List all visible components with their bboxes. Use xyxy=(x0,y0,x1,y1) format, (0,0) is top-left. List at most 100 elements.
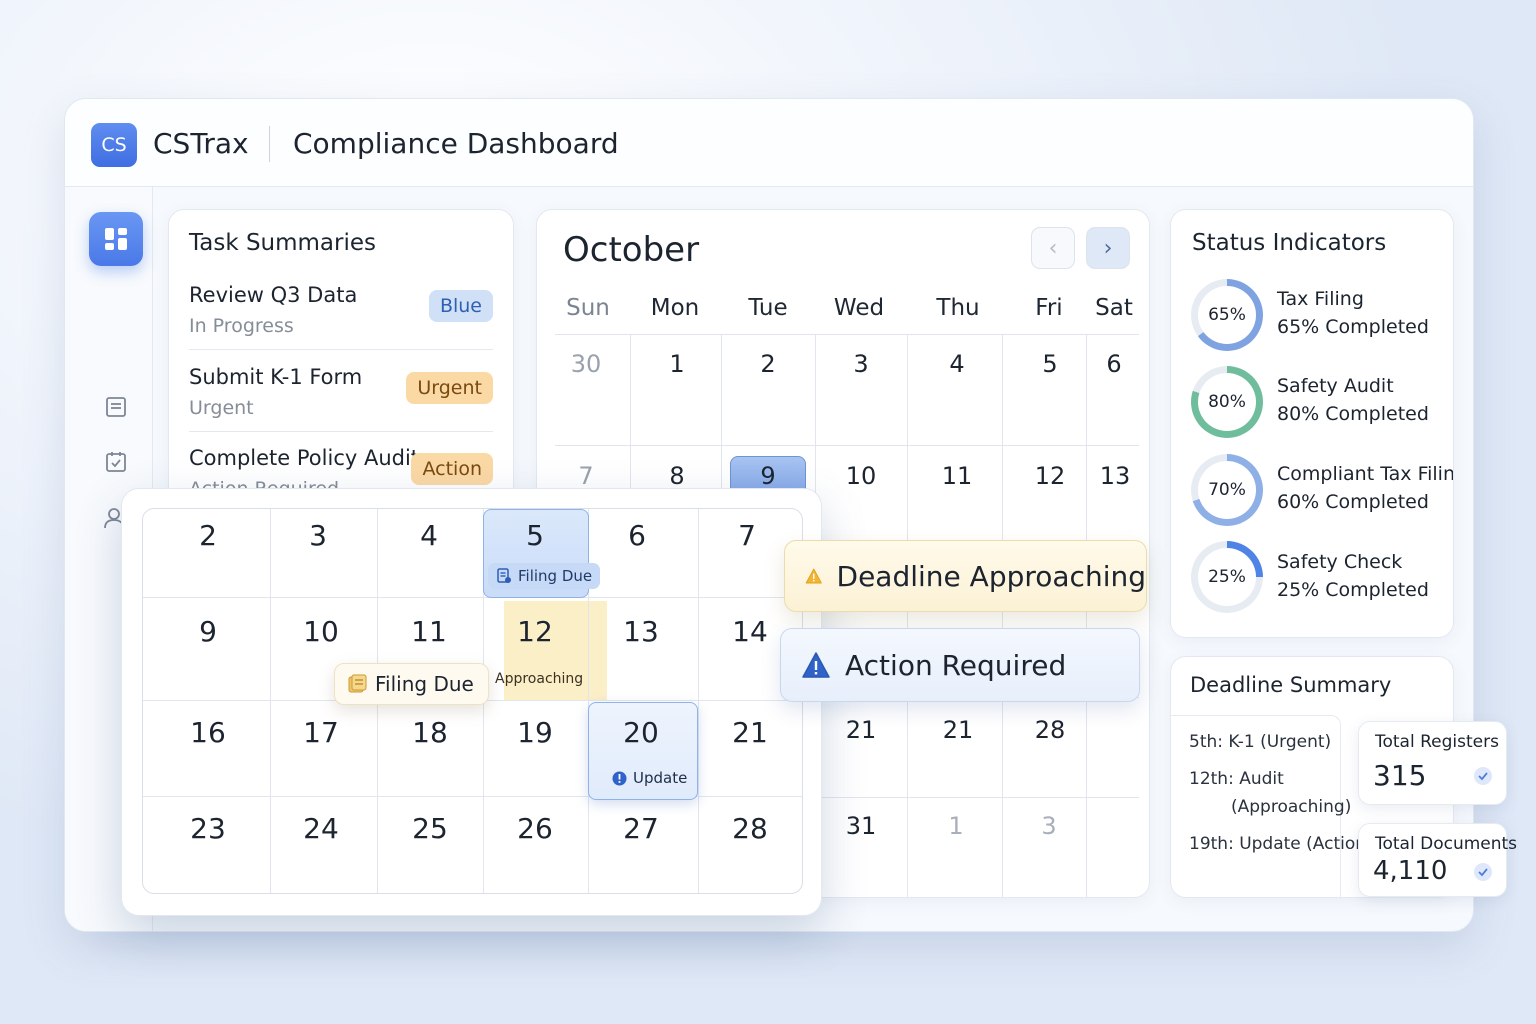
progress-ring-label: 80% xyxy=(1198,373,1256,431)
progress-ring: 25% xyxy=(1191,541,1263,613)
alert-text: Deadline Approaching xyxy=(836,559,1146,593)
document-icon xyxy=(497,568,511,583)
folder-stack-icon xyxy=(348,674,367,693)
weekday-label: Wed xyxy=(833,295,885,321)
calendar-day[interactable]: 14 xyxy=(732,615,768,648)
calendar-day[interactable]: 28 xyxy=(732,812,768,845)
calendar-day[interactable]: 7 xyxy=(578,462,593,490)
grid-line xyxy=(143,597,802,598)
calendar-day[interactable]: 11 xyxy=(411,615,447,648)
calendar-day[interactable]: 18 xyxy=(412,716,448,749)
weekday-label: Thu xyxy=(936,295,980,321)
task-badge: Action xyxy=(411,453,493,485)
sidebar-item-documents[interactable] xyxy=(89,380,143,434)
calendar-day[interactable]: 11 xyxy=(942,462,973,490)
chevron-right-icon: › xyxy=(1103,235,1113,261)
filing-due-chip[interactable]: Filing Due xyxy=(488,563,601,589)
calendar-day[interactable]: 16 xyxy=(190,716,226,749)
update-chip[interactable]: Update xyxy=(606,766,693,790)
sidebar-item-tasks[interactable] xyxy=(89,435,143,489)
deadline-approaching-alert[interactable]: Deadline Approaching xyxy=(784,540,1147,612)
chip-label: Approaching xyxy=(495,671,584,687)
calendar-day[interactable]: 27 xyxy=(623,812,659,845)
calendar-day[interactable]: 2 xyxy=(199,519,217,552)
grid-line xyxy=(143,796,802,797)
calendar-day[interactable]: 20 xyxy=(623,716,659,749)
calendar-day[interactable]: 30 xyxy=(571,350,602,378)
task-title: Complete Policy Audit xyxy=(189,446,420,470)
task-summaries-title: Task Summaries xyxy=(189,230,377,256)
task-item[interactable]: Review Q3 Data In Progress Blue xyxy=(169,283,513,343)
calendar-day[interactable]: 3 xyxy=(1041,812,1056,840)
total-label: Total Registers xyxy=(1375,732,1499,752)
calendar-day[interactable]: 28 xyxy=(1035,716,1066,744)
progress-ring: 80% xyxy=(1191,366,1263,438)
grid-line xyxy=(555,334,1139,335)
total-registers-card: Total Registers 315 xyxy=(1358,721,1507,805)
calendar-day[interactable]: 17 xyxy=(303,716,339,749)
calendar-day[interactable]: 8 xyxy=(669,462,684,490)
status-detail: 60% Completed xyxy=(1277,491,1429,513)
progress-ring-label: 25% xyxy=(1198,548,1256,606)
calendar-day[interactable]: 13 xyxy=(1100,462,1131,490)
calendar-day[interactable]: 6 xyxy=(1106,350,1121,378)
calendar-day[interactable]: 19 xyxy=(517,716,553,749)
calendar-day[interactable]: 1 xyxy=(669,350,684,378)
calendar-day[interactable]: 23 xyxy=(190,812,226,845)
calendar-day[interactable]: 3 xyxy=(309,519,327,552)
calendar-day[interactable]: 12 xyxy=(1035,462,1066,490)
calendar-day[interactable]: 13 xyxy=(623,615,659,648)
weekday-label: Mon xyxy=(650,295,700,321)
warning-icon xyxy=(802,652,830,678)
calendar-day-selected[interactable]: 9 xyxy=(760,462,775,490)
calendar-day[interactable]: 5 xyxy=(526,519,544,552)
deadline-item: (Approaching) xyxy=(1231,797,1352,817)
tooltip-label: Filing Due xyxy=(375,672,474,696)
progress-ring-label: 70% xyxy=(1198,461,1256,519)
grid-line xyxy=(907,334,908,897)
calendar-day[interactable]: 6 xyxy=(628,519,646,552)
calendar-day[interactable]: 10 xyxy=(846,462,877,490)
action-required-alert[interactable]: Action Required xyxy=(780,628,1140,702)
calendar-day[interactable]: 3 xyxy=(853,350,868,378)
deadline-item: 19th: Update (Action) xyxy=(1189,834,1373,854)
status-name: Safety Audit xyxy=(1277,375,1394,397)
next-month-button[interactable]: › xyxy=(1086,227,1130,269)
calendar-day[interactable]: 26 xyxy=(517,812,553,845)
task-title: Submit K-1 Form xyxy=(189,365,363,389)
calendar-day[interactable]: 10 xyxy=(303,615,339,648)
calendar-day[interactable]: 21 xyxy=(732,716,768,749)
page-title: Compliance Dashboard xyxy=(293,127,619,160)
total-documents-card: Total Documents 4,110 xyxy=(1358,823,1517,897)
info-icon xyxy=(612,771,627,785)
grid-line xyxy=(698,509,699,893)
header-divider xyxy=(269,126,270,162)
calendar-day[interactable]: 7 xyxy=(738,519,756,552)
calendar-day[interactable]: 4 xyxy=(949,350,964,378)
weekday-label: Sun xyxy=(566,295,610,321)
calendar-day[interactable]: 24 xyxy=(303,812,339,845)
calendar-month: October xyxy=(563,230,700,270)
calendar-day[interactable]: 2 xyxy=(760,350,775,378)
prev-month-button[interactable]: ‹ xyxy=(1031,227,1075,269)
deadline-list: 5th: K-1 (Urgent) 12th: Audit (Approachi… xyxy=(1171,715,1373,899)
task-item[interactable]: Submit K-1 Form Urgent Urgent xyxy=(169,365,513,425)
approaching-chip[interactable]: Approaching xyxy=(491,668,587,690)
grid-line xyxy=(1086,334,1087,897)
app-name: CSTrax xyxy=(153,127,249,160)
calendar-day[interactable]: 5 xyxy=(1042,350,1057,378)
calendar-day[interactable]: 31 xyxy=(846,812,877,840)
calendar-day[interactable]: 21 xyxy=(846,716,877,744)
sidebar-item-dashboard[interactable] xyxy=(89,212,143,266)
check-icon xyxy=(1474,767,1492,785)
deadline-summary-title: Deadline Summary xyxy=(1190,673,1392,697)
calendar-day[interactable]: 4 xyxy=(420,519,438,552)
calendar-day[interactable]: 9 xyxy=(199,615,217,648)
calendar-day[interactable]: 12 xyxy=(517,615,553,648)
grid-line xyxy=(1002,334,1003,897)
calendar-day[interactable]: 1 xyxy=(948,812,963,840)
calendar-day[interactable]: 21 xyxy=(943,716,974,744)
total-label: Total Documents xyxy=(1375,834,1518,854)
calendar-zoom-panel: 2 3 4 5 6 7 9 10 11 12 13 14 16 17 18 19… xyxy=(121,488,822,916)
calendar-day[interactable]: 25 xyxy=(412,812,448,845)
